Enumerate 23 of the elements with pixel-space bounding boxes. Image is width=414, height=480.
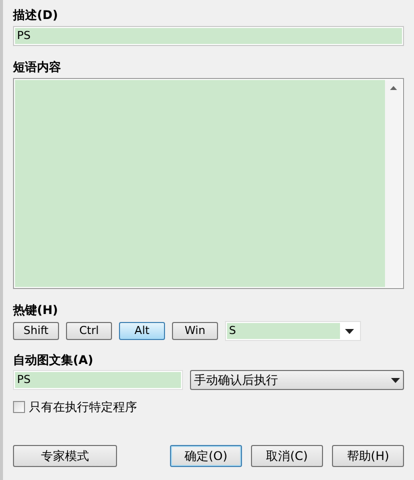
field-label: 描述(D) (13, 7, 59, 24)
field-label: 自动图文集(A) (13, 352, 94, 369)
dialog-button[interactable]: 确定(O) (170, 445, 242, 467)
modifier-toggle[interactable]: Ctrl (66, 322, 112, 340)
key-combo[interactable]: S (225, 321, 361, 341)
phrase-text-area[interactable] (13, 78, 404, 289)
scroll-up-icon (390, 86, 397, 90)
dropdown-arrow-icon (391, 378, 400, 382)
mode-select[interactable]: 手动确认后执行 (190, 370, 404, 390)
scrollbar[interactable] (385, 80, 402, 287)
checkbox-label: 只有在执行特定程序 (29, 399, 137, 416)
modifier-toggle[interactable]: Alt (119, 322, 165, 340)
modifier-toggle[interactable]: Win (172, 322, 218, 340)
checkbox[interactable] (13, 401, 25, 413)
description-field[interactable]: PS (13, 26, 404, 46)
dialog-button[interactable]: 帮助(H) (332, 445, 404, 467)
field-label: 热键(H) (13, 302, 60, 319)
dropdown-arrow-icon (345, 328, 354, 334)
autotext-field[interactable]: PS (13, 370, 183, 390)
modifier-toggle[interactable]: Shift (13, 322, 59, 340)
dialog-button[interactable]: 专家模式 (13, 445, 117, 467)
dialog-button[interactable]: 取消(C) (251, 445, 323, 467)
field-label: 短语内容 (13, 59, 62, 76)
